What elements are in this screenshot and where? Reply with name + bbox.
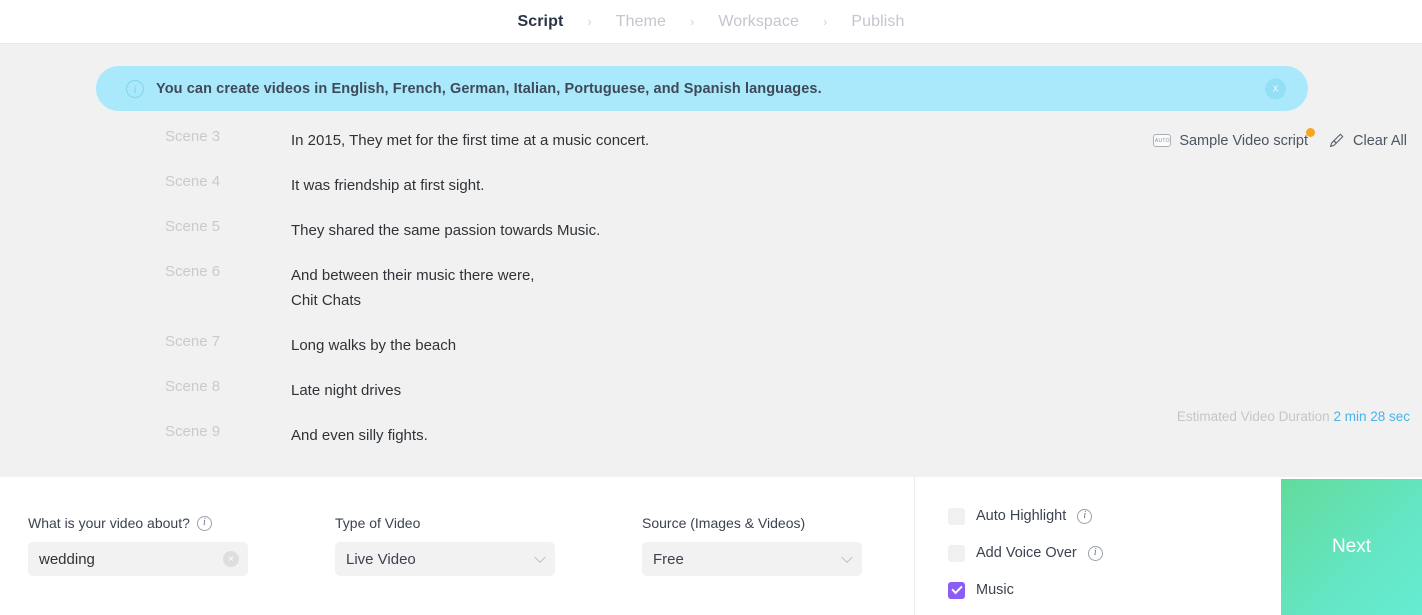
scene-text[interactable]: In 2015, They met for the first time at …: [230, 128, 649, 153]
info-icon[interactable]: i: [1077, 508, 1093, 524]
topic-field: What is your video about? i ×: [28, 515, 248, 576]
source-label: Source (Images & Videos): [642, 515, 806, 531]
scene-row[interactable]: Scene 3 In 2015, They met for the first …: [0, 128, 1422, 153]
topic-field-label-row: What is your video about? i: [28, 515, 248, 531]
video-type-select[interactable]: Live Video: [335, 542, 555, 576]
banner-message: You can create videos in English, French…: [156, 80, 822, 97]
chevron-down-icon: [534, 551, 546, 564]
options-group: Auto Highlight i Add Voice Over i Music: [948, 502, 1103, 613]
video-type-label: Type of Video: [335, 515, 421, 531]
add-voice-over-label: Add Voice Over: [976, 545, 1077, 561]
clear-input-icon[interactable]: ×: [223, 551, 239, 567]
scene-text[interactable]: And even silly fights.: [230, 423, 428, 448]
auto-highlight-checkbox[interactable]: [948, 507, 965, 525]
scene-row[interactable]: Scene 8 Late night drives: [0, 378, 1422, 403]
scene-row[interactable]: Scene 7 Long walks by the beach: [0, 333, 1422, 358]
scene-row[interactable]: Scene 4 It was friendship at first sight…: [0, 173, 1422, 198]
scene-label: Scene 6: [165, 263, 221, 280]
scene-row[interactable]: Scene 6 And between their music there we…: [0, 263, 1422, 313]
scene-text[interactable]: They shared the same passion towards Mus…: [230, 218, 600, 243]
scene-label: Scene 3: [165, 128, 221, 145]
scene-text[interactable]: It was friendship at first sight.: [230, 173, 484, 198]
scene-text[interactable]: And between their music there were, Chit…: [230, 263, 534, 313]
option-music[interactable]: Music: [948, 576, 1103, 604]
scene-label: Scene 7: [165, 333, 221, 350]
video-type-value: Live Video: [346, 550, 416, 568]
video-type-label-row: Type of Video: [335, 515, 555, 531]
breadcrumb-separator-icon: ›: [823, 14, 828, 29]
breadcrumb: Script › Theme › Workspace › Publish: [515, 13, 906, 31]
info-icon: i: [126, 79, 144, 98]
info-icon[interactable]: i: [1087, 545, 1103, 561]
estimated-duration: Estimated Video Duration 2 min 28 sec: [1177, 409, 1410, 424]
breadcrumb-step-workspace[interactable]: Workspace: [716, 13, 801, 31]
scene-text[interactable]: Long walks by the beach: [230, 333, 456, 358]
info-icon[interactable]: i: [196, 515, 212, 531]
breadcrumb-separator-icon: ›: [587, 14, 592, 29]
script-editor-page: Script › Theme › Workspace › Publish i Y…: [0, 0, 1422, 615]
settings-bar: What is your video about? i × Type of Vi…: [0, 477, 1422, 615]
option-add-voice-over[interactable]: Add Voice Over i: [948, 539, 1103, 567]
vertical-divider: [914, 477, 915, 615]
script-panel: i You can create videos in English, Fren…: [0, 44, 1422, 477]
chevron-down-icon: [841, 551, 853, 564]
add-voice-over-checkbox[interactable]: [948, 544, 965, 562]
scene-label: Scene 4: [165, 173, 221, 190]
music-label: Music: [976, 582, 1014, 598]
source-field: Source (Images & Videos) Free: [642, 515, 862, 576]
topic-input[interactable]: [28, 542, 248, 576]
close-icon[interactable]: x: [1265, 78, 1286, 99]
breadcrumb-step-script[interactable]: Script: [515, 13, 565, 31]
breadcrumb-separator-icon: ›: [690, 14, 695, 29]
source-value: Free: [653, 550, 684, 568]
estimated-duration-label: Estimated Video Duration: [1176, 409, 1330, 424]
scene-label: Scene 9: [165, 423, 221, 440]
language-info-banner: i You can create videos in English, Fren…: [96, 66, 1308, 111]
scene-row[interactable]: Scene 9 And even silly fights.: [0, 423, 1422, 448]
auto-highlight-label: Auto Highlight: [976, 508, 1067, 524]
scene-row[interactable]: Scene 5 They shared the same passion tow…: [0, 218, 1422, 243]
step-breadcrumb-bar: Script › Theme › Workspace › Publish: [0, 0, 1422, 44]
scene-label: Scene 8: [165, 378, 221, 395]
breadcrumb-step-theme[interactable]: Theme: [614, 13, 668, 31]
scene-list: Scene 3 In 2015, They met for the first …: [0, 128, 1422, 448]
option-auto-highlight[interactable]: Auto Highlight i: [948, 502, 1103, 530]
topic-field-label: What is your video about?: [28, 515, 190, 531]
video-type-field: Type of Video Live Video: [335, 515, 555, 576]
scene-label: Scene 5: [165, 218, 221, 235]
scene-text[interactable]: Late night drives: [230, 378, 401, 403]
estimated-duration-value: 2 min 28 sec: [1333, 409, 1410, 424]
topic-input-wrapper[interactable]: ×: [28, 542, 248, 576]
music-checkbox[interactable]: [948, 581, 965, 599]
next-button[interactable]: Next: [1281, 479, 1422, 615]
breadcrumb-step-publish[interactable]: Publish: [849, 13, 906, 31]
source-select[interactable]: Free: [642, 542, 862, 576]
source-label-row: Source (Images & Videos): [642, 515, 862, 531]
